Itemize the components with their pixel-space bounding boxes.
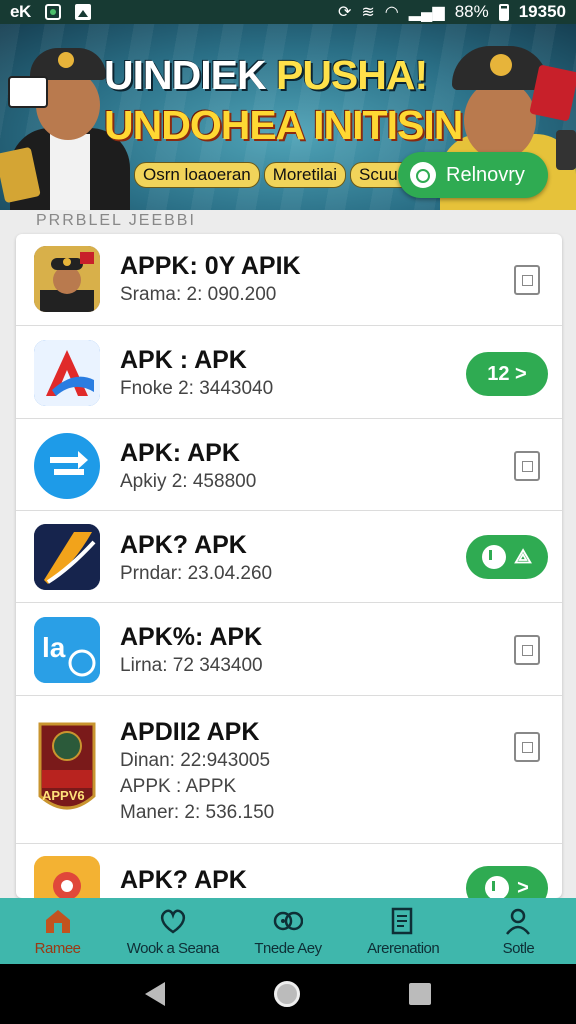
tab-label: Arerenation — [367, 939, 440, 957]
banner-pill-2: Moretilai — [263, 162, 346, 188]
home-icon — [45, 909, 70, 933]
battery-icon — [498, 3, 509, 21]
emblem-shield-icon: APPV6 — [34, 716, 100, 824]
app-list: APPK: 0Y APIK Srama: 2: 090.200 APK : AP… — [16, 234, 562, 898]
signal-icon: ▂▄▆ — [408, 4, 445, 21]
open-button-label: > — [517, 876, 529, 899]
red-a-logo-icon — [34, 340, 100, 406]
carrier-label: eK — [10, 2, 31, 21]
banner-action-button[interactable]: Relnovry — [398, 152, 548, 198]
bottom-tab-bar: Ramee Wook a Seana Tnede Aey Arerenation… — [0, 898, 576, 964]
app-subtitle: Prndar: 23.04.260 — [120, 563, 273, 584]
notification-app-icon — [44, 4, 61, 20]
status-bar: eK ⟳ ≋ ◠ ▂▄▆ 88% 19350 — [0, 0, 576, 24]
tab-arerenation[interactable]: Arerenation — [346, 898, 461, 964]
status-left: eK — [10, 2, 91, 22]
tab-home[interactable]: Ramee — [0, 898, 115, 964]
app-title: APK%: APK — [120, 623, 263, 651]
svg-text:la: la — [42, 632, 66, 663]
blue-arrow-logo-icon — [34, 433, 100, 499]
tab-profile[interactable]: Sotle — [461, 898, 576, 964]
recent-apps-icon[interactable] — [409, 983, 432, 1005]
share-icon: ⟁ — [514, 545, 532, 568]
profile-icon — [506, 908, 531, 935]
tab-label: Tnede Aey — [254, 939, 322, 957]
app-title: APK? APK — [120, 531, 247, 559]
play-icon — [485, 876, 510, 898]
promo-banner[interactable]: UINDIEK PUSHA! UNDOHEA INITISIN Osrn loa… — [0, 24, 576, 210]
tab-label: Wook a Seana — [126, 939, 220, 957]
tab-tnede[interactable]: Tnede Aey — [230, 898, 345, 964]
app-subtitle: Dinan: 22:943005 — [120, 750, 271, 771]
wifi-icon: ◠ — [384, 4, 399, 21]
tab-label: Ramee — [34, 939, 81, 957]
app-subtitle: Fnoke 2: 3443040 — [120, 378, 274, 399]
back-icon[interactable] — [144, 982, 165, 1006]
battery-percent: 88% — [454, 2, 489, 21]
banner-button-label: Relnovry — [446, 163, 525, 186]
app-title: APDII2 APK — [120, 718, 260, 746]
app-title: APPK: 0Y APIK — [120, 252, 301, 280]
chat-icon — [482, 545, 507, 569]
banner-subtitle-pills: Osrn loaoeran Moretilai Scuus — [134, 162, 416, 188]
emblem-text: APPV6 — [42, 788, 85, 803]
tab-wook[interactable]: Wook a Seana — [115, 898, 230, 964]
orange-pin-logo-icon — [34, 856, 100, 898]
chat-bubble-icon — [410, 162, 436, 188]
download-icon[interactable] — [514, 732, 540, 762]
download-icon[interactable] — [514, 265, 540, 295]
app-subtitle-2: APPK : APPK — [120, 776, 237, 797]
heart-icon — [160, 909, 185, 934]
list-item[interactable]: APPV6 APDII2 APK Dinan: 22:943005 APPK :… — [16, 696, 562, 844]
system-nav-bar — [0, 964, 576, 1024]
list-item[interactable]: APK : APK Fnoke 2: 3443040 12 > — [16, 326, 562, 419]
open-button[interactable]: 12 > — [466, 352, 548, 396]
game-controller-icon — [273, 911, 303, 930]
list-item[interactable]: APPK: 0Y APIK Srama: 2: 090.200 — [16, 234, 562, 326]
download-icon[interactable] — [514, 635, 540, 665]
dark-swoosh-logo-icon — [34, 524, 100, 590]
list-item[interactable]: la APK%: APK Lirna: 72 343400 — [16, 603, 562, 696]
app-subtitle: Srama: 2: 090.200 — [120, 284, 277, 305]
app-title: APK: APK — [120, 439, 240, 467]
app-subtitle: Apkiy 2: 458800 — [120, 471, 257, 492]
status-right: ⟳ ≋ ◠ ▂▄▆ 88% 19350 — [338, 2, 566, 22]
home-button-icon[interactable] — [273, 981, 300, 1007]
tab-label: Sotle — [502, 939, 535, 957]
officer-portrait-icon — [34, 246, 100, 312]
banner-title-line1: UINDIEK PUSHA! — [104, 52, 428, 98]
section-heading: PRRBLEL JEEBBI — [36, 212, 196, 229]
sync-icon: ⟳ — [337, 4, 352, 21]
app-subtitle-3: Maner: 2: 536.150 — [120, 802, 275, 823]
list-item[interactable]: APK: APK Apkiy 2: 458800 — [16, 419, 562, 511]
blue-tag-logo-icon: la — [34, 617, 100, 683]
banner-pill-1: Osrn loaoeran — [134, 162, 260, 188]
open-button[interactable]: > — [466, 866, 548, 898]
banner-title-line2: UNDOHEA INITISIN — [104, 102, 463, 148]
app-title: APK? APK — [120, 866, 247, 894]
document-icon — [391, 907, 413, 934]
app-subtitle: Lirna: 72 343400 — [120, 655, 263, 676]
list-item[interactable]: APK? APK Prndar: 23.04.260 ⟁ — [16, 511, 562, 603]
app-title: APK : APK — [120, 346, 247, 374]
clock: 19350 — [518, 2, 566, 21]
vibrate-icon: ≋ — [361, 4, 375, 21]
list-item[interactable]: APK? APK > — [16, 844, 562, 898]
open-button-label: 12 > — [487, 362, 527, 385]
image-notification-icon — [74, 4, 91, 20]
download-icon[interactable] — [514, 451, 540, 481]
chat-button[interactable]: ⟁ — [466, 535, 548, 579]
